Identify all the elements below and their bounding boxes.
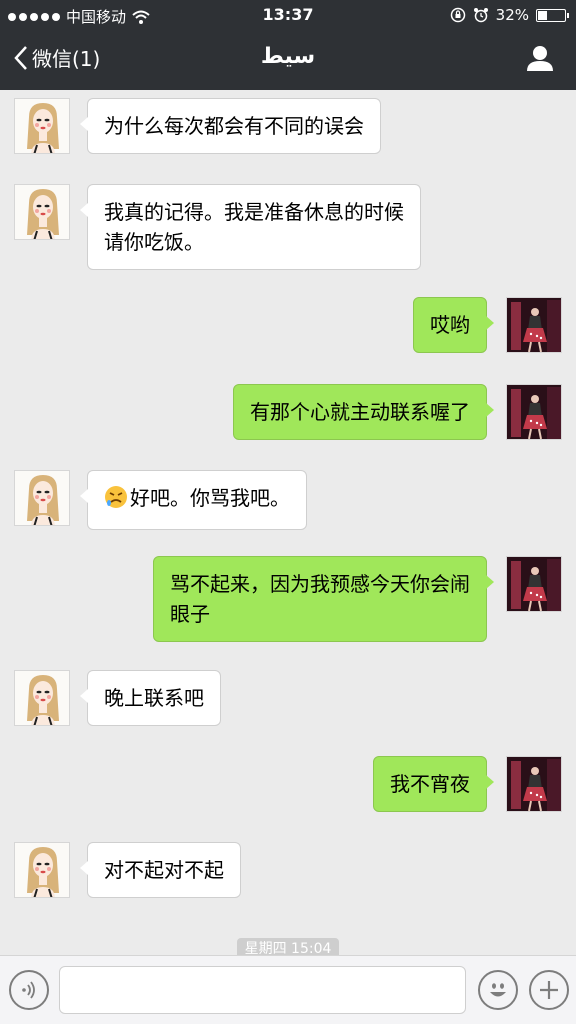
chat-title: سيط: [260, 44, 316, 69]
rotation-lock-icon: [450, 7, 465, 23]
message-bubble-received[interactable]: 对不起对不起: [80, 842, 241, 898]
input-bar: [0, 955, 576, 1024]
contact-avatar[interactable]: [14, 470, 70, 526]
message-bubble-sent[interactable]: 有那个心就主动联系喔了: [233, 384, 494, 440]
contact-avatar[interactable]: [14, 842, 70, 898]
emoji-button[interactable]: [478, 970, 518, 1010]
message-text: 好吧。你骂我吧。: [130, 486, 290, 510]
message-text: 哎哟: [430, 313, 470, 337]
message-bubble-received[interactable]: 晚上联系吧: [80, 670, 221, 726]
chat-area[interactable]: 为什么每次都会有不同的误会 我真的记得。我是准备休息的时候 请你吃饭。 哎哟 有…: [0, 90, 576, 960]
status-bar: 中国移动 13:37 32%: [0, 0, 576, 30]
message-bubble-received[interactable]: 我真的记得。我是准备休息的时候 请你吃饭。: [80, 184, 421, 270]
status-right: 32%: [450, 6, 569, 24]
my-avatar[interactable]: [506, 384, 562, 440]
message-bubble-received[interactable]: 为什么每次都会有不同的误会: [80, 98, 381, 154]
contact-avatar[interactable]: [14, 670, 70, 726]
chat-info-button[interactable]: [526, 44, 554, 76]
more-options-button[interactable]: [529, 970, 569, 1010]
message-bubble-received[interactable]: 好吧。你骂我吧。: [80, 470, 307, 530]
battery-percent: 32%: [495, 6, 529, 24]
person-icon: [527, 46, 553, 71]
message-text-line: 骂不起来，因为我预感今天你会闹: [170, 572, 470, 596]
message-bubble-sent[interactable]: 我不宵夜: [373, 756, 494, 812]
message-bubble-sent[interactable]: 哎哟: [413, 297, 494, 353]
message-text: 为什么每次都会有不同的误会: [104, 114, 364, 138]
my-avatar[interactable]: [506, 556, 562, 612]
message-text: 对不起对不起: [104, 858, 224, 882]
voice-icon: [22, 981, 35, 999]
message-text-line: 眼子: [170, 602, 210, 626]
message-text-line: 请你吃饭。: [104, 230, 204, 254]
contact-avatar[interactable]: [14, 98, 70, 154]
message-input[interactable]: [59, 966, 466, 1014]
chat-header: 微信(1) سيط: [0, 30, 576, 90]
my-avatar[interactable]: [506, 297, 562, 353]
voice-toggle-button[interactable]: [9, 970, 49, 1010]
my-avatar[interactable]: [506, 756, 562, 812]
contact-avatar[interactable]: [14, 184, 70, 240]
battery-icon: [536, 8, 569, 22]
smiley-icon: [490, 983, 506, 997]
message-text-line: 我真的记得。我是准备休息的时候: [104, 200, 404, 224]
message-text: 有那个心就主动联系喔了: [250, 400, 470, 424]
message-text: 我不宵夜: [390, 772, 470, 796]
angry-face-icon: [104, 485, 128, 517]
message-text: 晚上联系吧: [104, 686, 204, 710]
message-bubble-sent[interactable]: 骂不起来，因为我预感今天你会闹 眼子: [153, 556, 494, 642]
alarm-icon: [473, 8, 488, 23]
plus-icon: [540, 981, 558, 999]
